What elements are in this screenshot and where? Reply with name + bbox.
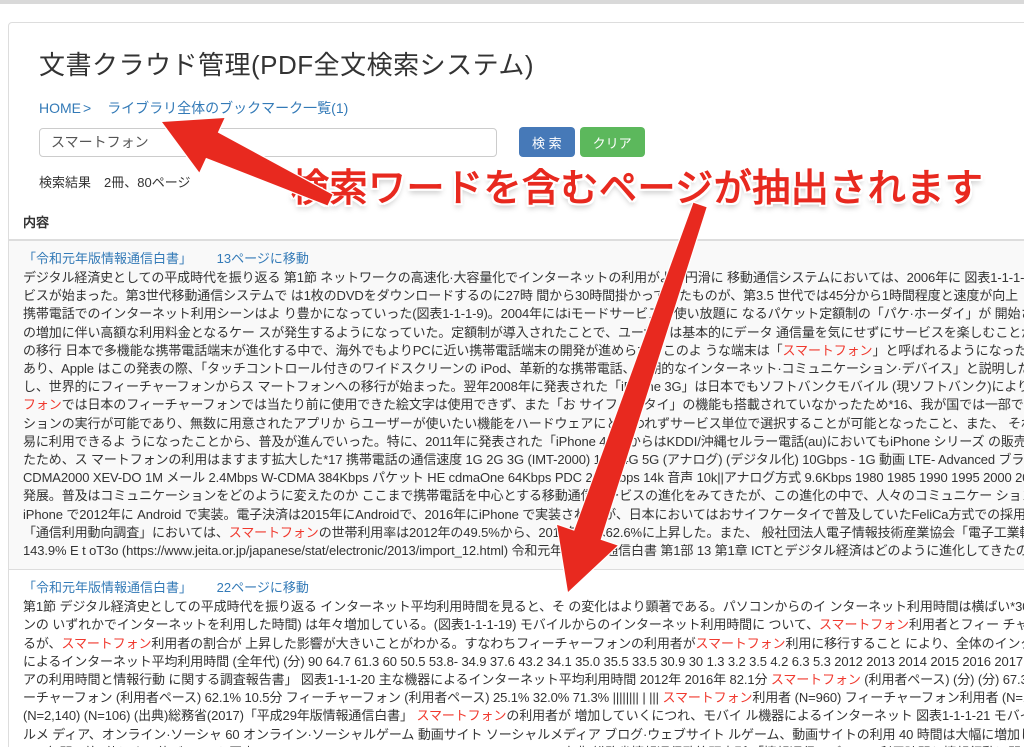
result-excerpt: 第1節 デジタル経済史としての平成時代を振り返る インターネット平均利用時間を見… [23,598,1024,747]
search-bar: 検 索 クリア [39,127,1024,157]
page-jump-link[interactable]: 22ページに移動 [217,580,309,595]
table-header-content: 内容 [9,204,1024,240]
breadcrumb: HOME> ライブラリ全体のブックマーク一覧(1) [39,98,1024,118]
window-top-strip [0,0,1024,4]
book-title-link[interactable]: 「令和元年版情報通信白書」 [23,580,192,595]
book-title-link[interactable]: 「令和元年版情報通信白書」 [23,251,192,266]
search-button[interactable]: 検 索 [519,127,575,157]
breadcrumb-library-link[interactable]: ライブラリ全体のブックマーク一覧(1) [107,100,348,116]
page-title: 文書クラウド管理(PDF全文検索システム) [39,45,1024,82]
clear-button[interactable]: クリア [580,127,645,157]
breadcrumb-home-link[interactable]: HOME [39,100,81,116]
search-result-row-2: 「令和元年版情報通信白書」 22ページに移動 第1節 デジタル経済史としての平成… [9,569,1024,747]
search-result-row-1: 「令和元年版情報通信白書」 13ページに移動 デジタル経済史としての平成時代を振… [9,240,1024,569]
result-count: 2冊、80ページ [104,175,190,190]
breadcrumb-separator: > [83,100,91,116]
result-summary-label: 検索結果 [39,175,91,190]
result-summary: 検索結果 2冊、80ページ [39,172,1024,191]
result-excerpt: デジタル経済史としての平成時代を振り返る 第1節 ネットワークの高速化·大容量化… [23,269,1024,560]
search-input[interactable] [39,128,497,157]
page-jump-link[interactable]: 13ページに移動 [217,251,309,266]
main-panel: 文書クラウド管理(PDF全文検索システム) HOME> ライブラリ全体のブックマー… [8,22,1024,747]
app-viewport: 文書クラウド管理(PDF全文検索システム) HOME> ライブラリ全体のブックマー… [0,0,1024,747]
result-table: 内容 「令和元年版情報通信白書」 13ページに移動 デジタル経済史としての平成時… [9,204,1024,747]
